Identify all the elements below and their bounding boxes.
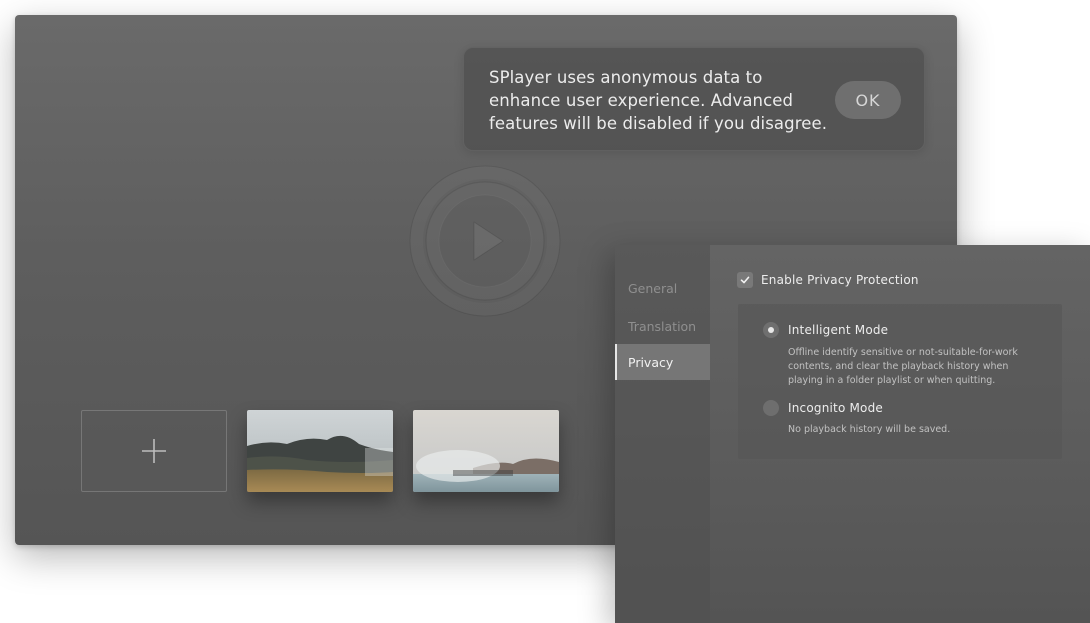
tab-translation[interactable]: Translation	[615, 308, 710, 344]
enable-privacy-label: Enable Privacy Protection	[761, 273, 919, 287]
play-circle-icon[interactable]	[409, 165, 561, 317]
incognito-mode-label: Incognito Mode	[788, 401, 883, 415]
privacy-settings: Enable Privacy Protection Intelligent Mo…	[710, 245, 1090, 623]
intelligent-mode-label: Intelligent Mode	[788, 323, 889, 337]
privacy-notice: SPlayer uses anonymous data to enhance u…	[463, 47, 925, 151]
incognito-mode-radio[interactable]: Incognito Mode	[763, 400, 883, 416]
recent-media-thumbnail[interactable]	[413, 410, 559, 492]
checkmark-icon	[737, 272, 753, 288]
plus-icon	[141, 438, 167, 464]
radio-unselected-icon	[763, 400, 779, 416]
intelligent-mode-description: Offline identify sensitive or not-suitab…	[788, 347, 1018, 386]
tab-privacy[interactable]: Privacy	[615, 344, 710, 380]
radio-selected-icon	[763, 322, 779, 338]
tab-general[interactable]: General	[615, 270, 710, 306]
preferences-panel: General Translation Privacy Enable Priva…	[615, 245, 1090, 623]
recent-media-thumbnail[interactable]	[247, 410, 393, 492]
add-media-button[interactable]	[81, 410, 227, 492]
ok-button[interactable]: OK	[835, 81, 901, 119]
incognito-mode-description: No playback history will be saved.	[788, 424, 951, 435]
privacy-notice-message: SPlayer uses anonymous data to enhance u…	[489, 68, 828, 133]
preferences-sidebar: General Translation Privacy	[615, 245, 710, 623]
privacy-mode-group: Intelligent Mode Offline identify sensit…	[738, 304, 1062, 459]
intelligent-mode-radio[interactable]: Intelligent Mode	[763, 322, 888, 338]
enable-privacy-checkbox[interactable]: Enable Privacy Protection	[737, 272, 919, 288]
